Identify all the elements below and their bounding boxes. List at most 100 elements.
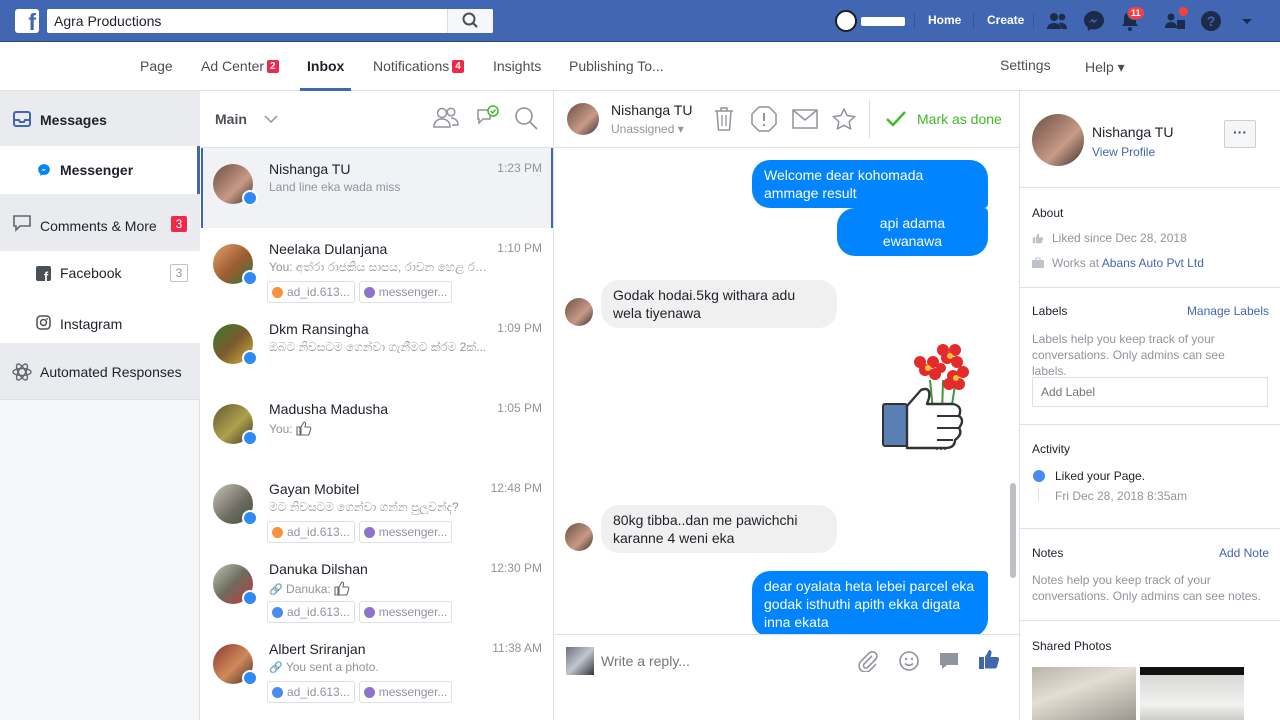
profile-name-redacted bbox=[861, 17, 905, 26]
tag-label: messenger... bbox=[378, 285, 448, 299]
messenger-badge-icon bbox=[242, 590, 258, 606]
add-note-link[interactable]: Add Note bbox=[1219, 546, 1269, 560]
label-tag[interactable]: messenger... bbox=[358, 281, 453, 303]
conversation-row[interactable]: Nishanga TU 1:23 PM Land line eka wada m… bbox=[201, 148, 553, 228]
manage-labels-link[interactable]: Manage Labels bbox=[1187, 304, 1269, 318]
tab-help[interactable]: Help ▾ bbox=[1085, 59, 1125, 76]
shared-photo-thumbnail[interactable] bbox=[1140, 667, 1244, 720]
mark-unread-icon[interactable] bbox=[792, 109, 818, 129]
spam-alert-icon[interactable] bbox=[751, 106, 777, 132]
messenger-icon[interactable] bbox=[1082, 9, 1106, 33]
tab-publishing-tools[interactable]: Publishing To... bbox=[569, 58, 664, 74]
people-filter-icon[interactable] bbox=[432, 105, 460, 131]
conversation-row[interactable]: Albert Sriranjan 11:38 AM 🔗 You sent a p… bbox=[201, 628, 553, 708]
profile-link[interactable] bbox=[833, 9, 908, 33]
tab-ad-center[interactable]: Ad Center 2 bbox=[201, 58, 279, 74]
search-icon[interactable] bbox=[513, 105, 539, 131]
conversation-row[interactable]: Dkm Ransingha 1:09 PM ඔබට නිවසටම ගෙන්වා … bbox=[201, 308, 553, 388]
facebook-logo-icon[interactable]: f bbox=[15, 9, 39, 35]
label-tag[interactable]: ad_id.613... bbox=[267, 601, 355, 623]
tab-count-badge: 2 bbox=[267, 60, 279, 73]
chevron-down-icon[interactable] bbox=[263, 113, 279, 125]
reply-input[interactable] bbox=[601, 649, 841, 673]
conversation-snippet: Land line eka wada miss bbox=[269, 180, 401, 194]
star-icon[interactable] bbox=[832, 108, 856, 130]
tag-label: messenger... bbox=[378, 685, 448, 699]
add-label-input[interactable] bbox=[1032, 377, 1268, 407]
attachment-icon[interactable] bbox=[857, 650, 879, 672]
scrollbar-thumb[interactable] bbox=[1010, 483, 1016, 578]
contact-name: Nishanga TU bbox=[1092, 124, 1174, 140]
inbox-sidebar: Messages Messenger Comments & More 3 f F… bbox=[0, 91, 200, 720]
tab-settings[interactable]: Settings bbox=[1000, 57, 1051, 73]
label-tag[interactable]: messenger... bbox=[358, 601, 453, 623]
divider bbox=[973, 13, 974, 29]
tab-notifications[interactable]: Notifications 4 bbox=[373, 58, 464, 74]
folder-filter-dropdown[interactable]: Main bbox=[215, 111, 247, 127]
like-icon bbox=[1032, 233, 1044, 244]
conversation-thread: Nishanga TU Unassigned ▾ Mark as done We… bbox=[555, 91, 1019, 720]
more-options-button[interactable]: ··· bbox=[1224, 120, 1256, 148]
trash-icon[interactable] bbox=[712, 106, 736, 132]
search-button[interactable] bbox=[447, 9, 493, 33]
notifications-badge: 11 bbox=[1127, 6, 1145, 20]
assignee-dropdown[interactable]: Unassigned ▾ bbox=[611, 122, 684, 136]
divider bbox=[914, 13, 915, 29]
help-icon[interactable]: ? bbox=[1199, 9, 1223, 33]
tag-label: messenger... bbox=[378, 605, 448, 619]
inbox-tray-icon bbox=[13, 111, 31, 127]
comment-icon bbox=[13, 215, 31, 232]
tab-page[interactable]: Page bbox=[140, 58, 173, 74]
saved-replies-icon[interactable] bbox=[938, 651, 960, 671]
create-link[interactable]: Create bbox=[987, 13, 1024, 27]
sidebar-item-messages[interactable]: Messages bbox=[0, 91, 200, 146]
snippet-text: Danuka: bbox=[286, 582, 331, 596]
conversation-name: Gayan Mobitel bbox=[269, 481, 360, 497]
conversation-row[interactable]: Neelaka Dulanjana 1:10 PM You: අත්රා රාජ… bbox=[201, 228, 553, 308]
conversation-name: Madusha Madusha bbox=[269, 401, 389, 417]
label-tag[interactable]: messenger... bbox=[358, 681, 453, 703]
conversation-row[interactable]: Danuka Dilshan 12:30 PM 🔗 Danuka: ad_id.… bbox=[201, 548, 553, 628]
label-tag[interactable]: ad_id.613... bbox=[267, 521, 355, 543]
home-link[interactable]: Home bbox=[928, 13, 961, 27]
mark-as-done-label: Mark as done bbox=[917, 111, 1002, 127]
assignee-label: Unassigned bbox=[611, 122, 675, 136]
search-input[interactable] bbox=[47, 9, 447, 33]
avatar bbox=[565, 298, 593, 326]
sidebar-item-comments[interactable]: Comments & More 3 bbox=[0, 194, 200, 251]
conversation-row[interactable]: Madusha Madusha 1:05 PM You: bbox=[201, 388, 553, 468]
sidebar-item-messenger[interactable]: Messenger bbox=[0, 146, 200, 194]
conversation-row[interactable]: Gayan Mobitel 12:48 PM මට නිවසටම ගෙන්වා … bbox=[201, 468, 553, 548]
thread-contact-name[interactable]: Nishanga TU bbox=[611, 102, 692, 118]
thumbs-up-icon bbox=[334, 581, 350, 596]
tab-count-badge: 4 bbox=[452, 60, 464, 73]
tab-insights[interactable]: Insights bbox=[493, 58, 541, 74]
label-tag[interactable]: messenger... bbox=[358, 521, 453, 543]
svg-text:f: f bbox=[44, 269, 49, 281]
label-tag[interactable]: ad_id.613... bbox=[267, 281, 355, 303]
tab-inbox[interactable]: Inbox bbox=[307, 58, 344, 74]
message-list: Welcome dear kohomada ammage result api … bbox=[555, 148, 1019, 634]
workplace-link[interactable]: Abans Auto Pvt Ltd bbox=[1102, 256, 1204, 270]
tab-label: Help ▾ bbox=[1085, 59, 1125, 75]
messenger-badge-icon bbox=[242, 510, 258, 526]
sidebar-item-facebook[interactable]: f Facebook 3 bbox=[0, 251, 200, 297]
automation-atom-icon bbox=[12, 363, 32, 381]
done-messages-icon[interactable] bbox=[475, 105, 499, 129]
labels-section: Labels Manage Labels Labels help you kee… bbox=[1020, 287, 1280, 424]
sidebar-item-instagram[interactable]: Instagram bbox=[0, 297, 200, 343]
account-menu-icon[interactable] bbox=[1235, 9, 1259, 33]
like-send-icon[interactable] bbox=[978, 648, 1000, 670]
tab-label: Publishing To... bbox=[569, 58, 664, 74]
sidebar-item-label: Automated Responses bbox=[40, 364, 182, 380]
sidebar-item-automated-responses[interactable]: Automated Responses bbox=[0, 343, 200, 400]
view-profile-link[interactable]: View Profile bbox=[1092, 145, 1155, 159]
label-tag[interactable]: ad_id.613... bbox=[267, 681, 355, 703]
emoji-icon[interactable] bbox=[898, 650, 920, 672]
sidebar-item-label: Messages bbox=[40, 112, 107, 128]
flower-thumbs-up-sticker-icon bbox=[882, 344, 969, 451]
conversation-list: Main Nishanga TU 1:23 PM Land line eka w… bbox=[201, 91, 554, 720]
conversation-list-header: Main bbox=[201, 91, 553, 148]
friend-requests-icon[interactable] bbox=[1045, 9, 1069, 33]
shared-photo-thumbnail[interactable] bbox=[1032, 667, 1136, 720]
